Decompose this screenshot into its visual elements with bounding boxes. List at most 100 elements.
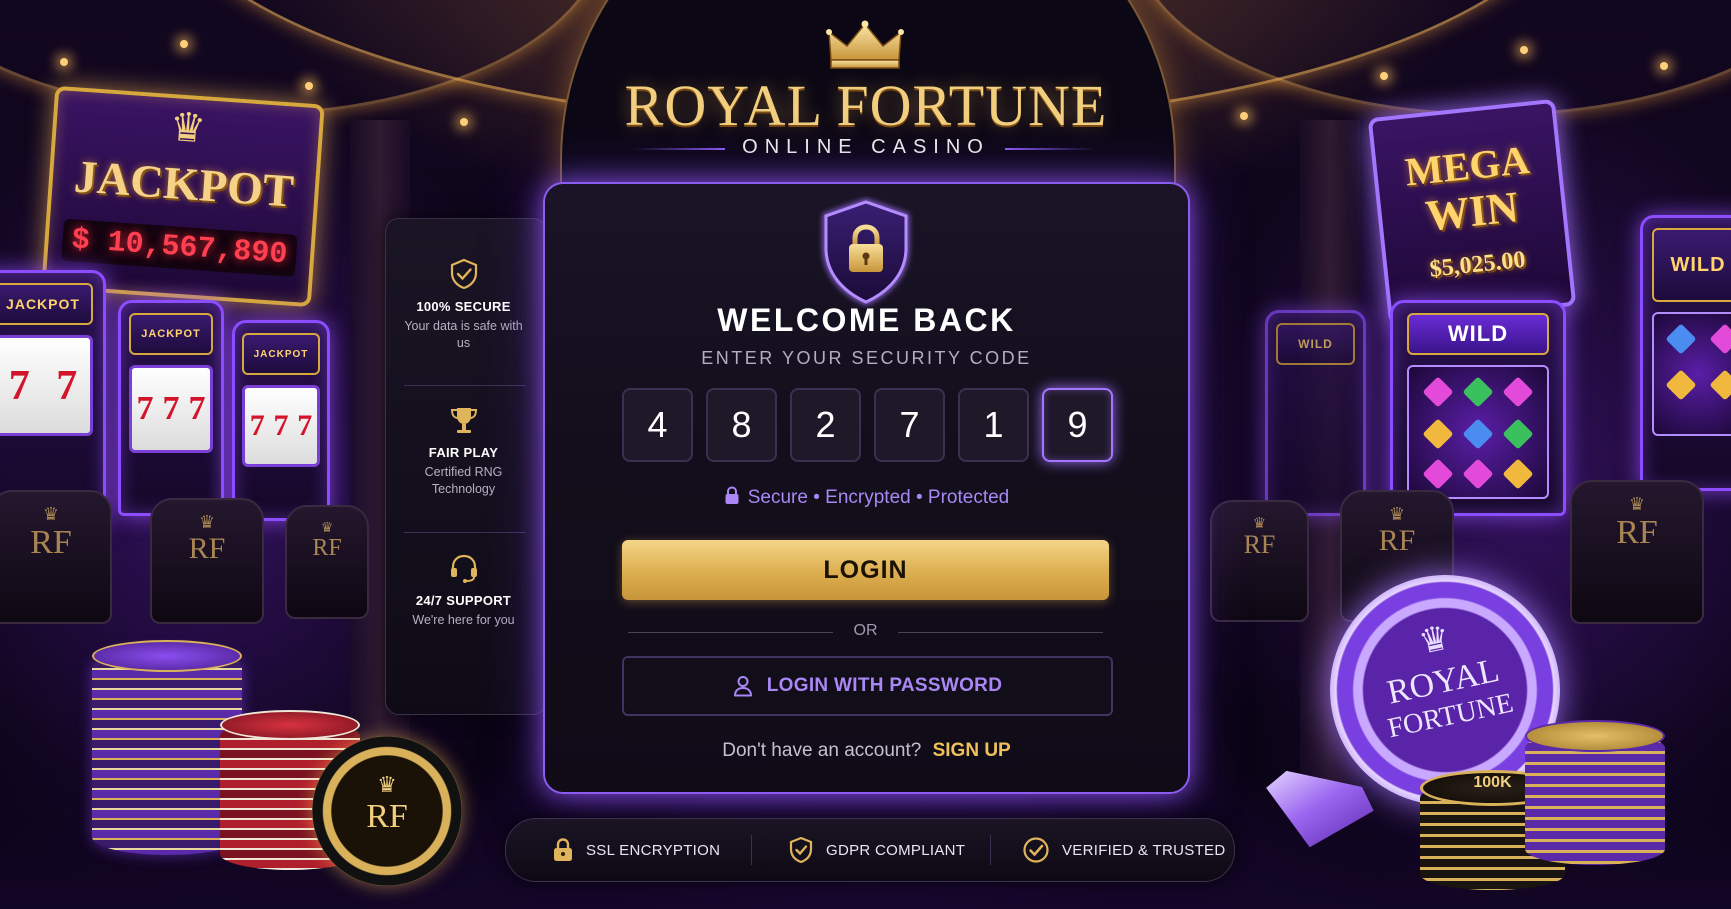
crown-icon: ♛ [42, 504, 60, 524]
features-panel: 100% SECURE Your data is safe with us FA… [385, 218, 547, 715]
login-card: WELCOME BACK ENTER YOUR SECURITY CODE 4 … [543, 182, 1190, 794]
crown-icon [826, 20, 904, 69]
gem-symbol [1502, 376, 1534, 408]
reel-symbol: 7 [56, 362, 78, 409]
slot-label: WILD [1275, 323, 1356, 365]
code-digit-1[interactable]: 4 [622, 388, 693, 462]
gem-symbol [1665, 369, 1697, 401]
or-label: OR [853, 622, 878, 639]
gem-symbol [1502, 418, 1534, 450]
feature-support: 24/7 SUPPORT We're here for you [386, 551, 541, 629]
feature-fair-play: FAIR PLAY Certified RNG Technology [386, 403, 541, 498]
reel-symbol: 7 [162, 390, 180, 427]
slot-machine: JACKPOT 7 7 7 [232, 320, 330, 521]
user-icon [733, 676, 752, 697]
slot-label: WILD [1651, 228, 1731, 302]
feature-secure: 100% SECURE Your data is safe with us [386, 257, 541, 352]
slot-machine: JACKPOT 7 7 [0, 270, 106, 526]
crown-icon: ♛ [1628, 494, 1646, 514]
chair-monogram: RF [188, 532, 226, 565]
shield-lock-icon [823, 198, 909, 306]
slot-label: JACKPOT [0, 283, 94, 325]
ceiling-light [460, 118, 468, 126]
trust-bar: SSL ENCRYPTION GDPR COMPLIANT VERIFIED &… [505, 818, 1235, 882]
divider [404, 385, 526, 386]
security-note: Secure • Encrypted • Protected [545, 486, 1188, 509]
trust-gdpr: GDPR COMPLIANT [788, 819, 965, 881]
divider [751, 835, 752, 865]
divider [990, 835, 991, 865]
login-button[interactable]: LOGIN [622, 540, 1109, 600]
brand-title: ROYAL FORTUNE [624, 73, 1108, 138]
casino-chair: ♛ RF [0, 490, 112, 624]
trophy-icon [450, 408, 477, 433]
check-circle-icon [1023, 837, 1049, 863]
chair-monogram: RF [1616, 514, 1658, 551]
code-instruction: ENTER YOUR SECURITY CODE [701, 348, 1032, 368]
divider [404, 532, 526, 533]
slot-machine: JACKPOT 7 7 7 [118, 300, 224, 516]
gem-symbol [1709, 369, 1731, 401]
slot-symbol-grid [1651, 312, 1731, 436]
code-digit-4[interactable]: 7 [874, 388, 945, 462]
mega-win-sign: MEGA WIN $5,025.00 [1367, 98, 1577, 326]
reel-symbol: 7 [188, 390, 206, 427]
ceiling-light [1240, 112, 1248, 120]
feature-desc: Certified RNG Technology [424, 465, 503, 496]
security-code-input: 4 8 2 7 1 9 [622, 388, 1113, 462]
shield-check-icon [789, 836, 813, 864]
crown-icon: ♛ [198, 512, 216, 532]
login-with-password-button[interactable]: LOGIN WITH PASSWORD [622, 656, 1113, 716]
chip-monogram: RF [366, 798, 408, 835]
slot-machine: WILD [1265, 310, 1366, 516]
slot-machine: WILD [1390, 300, 1566, 516]
jackpot-title: JACKPOT [72, 150, 296, 217]
gem-symbol [1502, 458, 1534, 490]
reel-symbol: 7 [8, 362, 30, 409]
divider [898, 632, 1103, 633]
gem-symbol [1422, 376, 1454, 408]
signup-prompt: Don't have an account? [722, 740, 922, 761]
feature-title: FAIR PLAY [428, 445, 499, 460]
ceiling-light [180, 40, 188, 48]
slot-label: WILD [1406, 313, 1550, 355]
reel-symbol: 7 [249, 409, 265, 442]
feature-title: 100% SECURE [416, 299, 511, 314]
login-with-password-label: LOGIN WITH PASSWORD [766, 675, 1003, 696]
crown-icon: ♛ [320, 519, 334, 535]
chair-monogram: RF [30, 524, 72, 561]
ceiling-light [1380, 72, 1388, 80]
slot-label: JACKPOT [129, 313, 213, 355]
gem-symbol [1422, 458, 1454, 490]
feature-title: 24/7 SUPPORT [415, 593, 512, 608]
gem-symbol [1462, 376, 1494, 408]
trust-label: SSL ENCRYPTION [586, 841, 721, 859]
chip-stack-purple-gold [1525, 720, 1665, 865]
padlock-icon [725, 486, 739, 504]
gem-symbol [1462, 418, 1494, 450]
casino-chair: ♛ RF [1570, 480, 1704, 624]
trust-label: VERIFIED & TRUSTED [1062, 841, 1226, 859]
slot-reels: 7 7 7 [242, 385, 320, 467]
casino-chair: ♛ RF [285, 505, 369, 619]
code-digit-2[interactable]: 8 [706, 388, 777, 462]
ceiling-light [305, 82, 313, 90]
code-digit-3[interactable]: 2 [790, 388, 861, 462]
security-note-text: Secure • Encrypted • Protected [747, 487, 1010, 508]
signup-link[interactable]: SIGN UP [933, 740, 1011, 761]
crown-icon: ♛ [1388, 504, 1406, 524]
chair-monogram: RF [1378, 524, 1416, 557]
crown-icon: ♛ [377, 772, 397, 797]
gem-symbol [1709, 323, 1731, 355]
gem-symbol [1665, 323, 1697, 355]
feature-desc: Your data is safe with us [404, 319, 523, 350]
or-divider: OR [628, 622, 1103, 642]
ceiling-light [60, 58, 68, 66]
casino-chair: ♛ RF [1210, 500, 1309, 622]
code-digit-6[interactable]: 9 [1042, 388, 1113, 462]
shield-check-icon [450, 258, 477, 290]
gem-symbol [1422, 418, 1454, 450]
slot-reels: 7 7 7 [129, 365, 213, 453]
code-digit-5[interactable]: 1 [958, 388, 1029, 462]
slot-symbol-grid [1406, 365, 1550, 499]
